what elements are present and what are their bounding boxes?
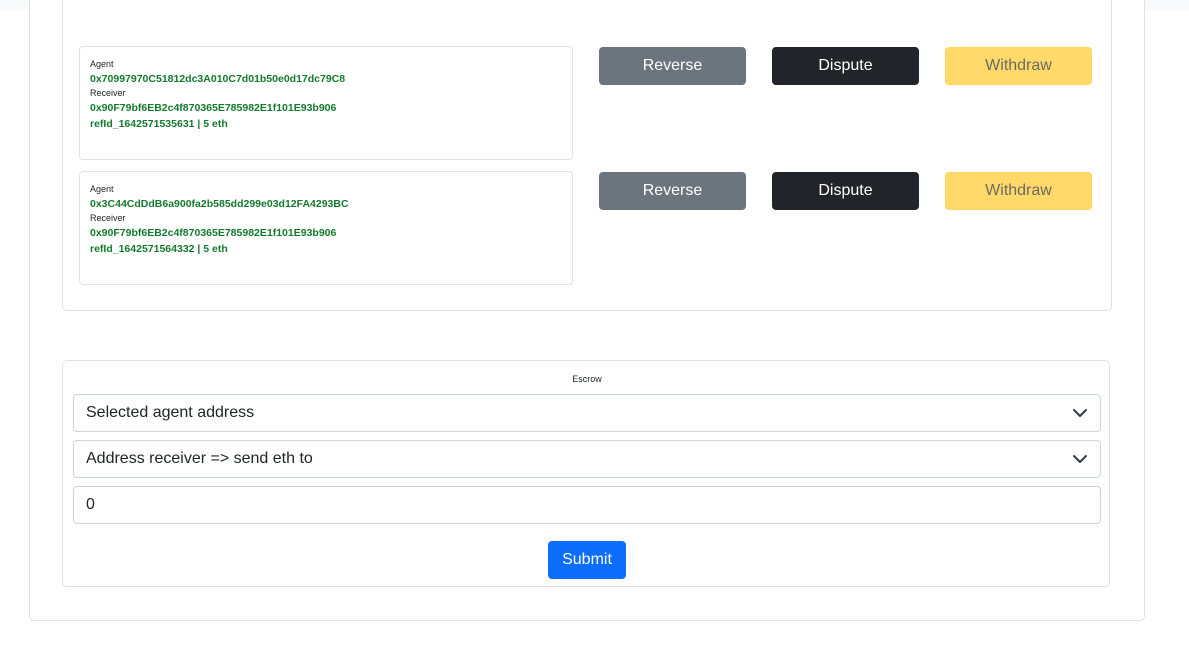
receiver-address: 0x90F79bf6EB2c4f870365E785982E1f101E93b9… bbox=[90, 227, 337, 239]
receiver-address-select[interactable]: Address receiver => send eth to bbox=[73, 440, 1101, 478]
dispute-button-2[interactable]: Dispute bbox=[772, 172, 919, 210]
reverse-button-2[interactable]: Reverse bbox=[599, 172, 746, 210]
withdraw-button-1[interactable]: Withdraw bbox=[945, 47, 1092, 85]
transaction-info-2: Agent 0x3C44CdDdB6a900fa2b585dd299e03d12… bbox=[79, 171, 573, 285]
receiver-select-value: Address receiver => send eth to bbox=[86, 450, 313, 467]
transaction-info-1: Agent 0x70997970C51812dc3A010C7d01b50e0d… bbox=[79, 46, 573, 160]
ref-line: refId_1642571535631 | 5 eth bbox=[90, 118, 228, 130]
amount-value: 0 bbox=[86, 496, 95, 513]
receiver-label: Receiver bbox=[90, 88, 126, 98]
chevron-down-icon bbox=[1073, 455, 1087, 463]
agent-address: 0x70997970C51812dc3A010C7d01b50e0d17dc79… bbox=[90, 73, 346, 85]
receiver-label: Receiver bbox=[90, 213, 126, 223]
ref-line: refId_1642571564332 | 5 eth bbox=[90, 243, 228, 255]
agent-label: Agent bbox=[90, 184, 114, 194]
submit-button[interactable]: Submit bbox=[548, 541, 626, 579]
agent-address-select[interactable]: Selected agent address bbox=[73, 394, 1101, 432]
escrow-form-card: Escrow Selected agent address Address re… bbox=[62, 360, 1110, 587]
dispute-button-1[interactable]: Dispute bbox=[772, 47, 919, 85]
withdraw-button-2[interactable]: Withdraw bbox=[945, 172, 1092, 210]
escrow-title: Escrow bbox=[572, 374, 602, 384]
amount-input[interactable]: 0 bbox=[73, 486, 1101, 524]
agent-select-value: Selected agent address bbox=[86, 404, 255, 421]
agent-address: 0x3C44CdDdB6a900fa2b585dd299e03d12FA4293… bbox=[90, 198, 349, 210]
agent-label: Agent bbox=[90, 59, 114, 69]
receiver-address: 0x90F79bf6EB2c4f870365E785982E1f101E93b9… bbox=[90, 102, 337, 114]
reverse-button-1[interactable]: Reverse bbox=[599, 47, 746, 85]
chevron-down-icon bbox=[1073, 409, 1087, 417]
